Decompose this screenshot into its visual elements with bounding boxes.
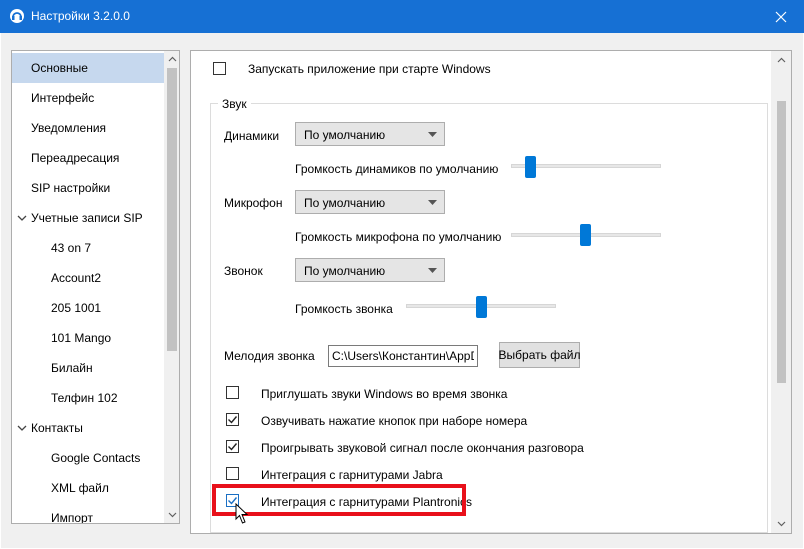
nav-item-sip-settings[interactable]: SIP настройки bbox=[12, 173, 164, 203]
jabra-integration-label: Интеграция с гарнитурами Jabra bbox=[261, 468, 443, 482]
microphone-volume-label: Громкость микрофона по умолчанию bbox=[295, 230, 502, 244]
scroll-up-button[interactable] bbox=[164, 51, 179, 67]
annotation-highlight-box bbox=[212, 484, 466, 516]
nav-item-label: 205 1001 bbox=[51, 301, 102, 315]
end-call-signal-label: Проигрывать звуковой сигнал после оконча… bbox=[261, 441, 584, 455]
nav-item-account-43-on-7[interactable]: 43 on 7 bbox=[12, 233, 164, 263]
chevron-up-icon bbox=[168, 56, 176, 62]
nav-item-account-205-1001[interactable]: 205 1001 bbox=[12, 293, 164, 323]
chevron-down-icon[interactable] bbox=[17, 423, 27, 433]
microphone-label: Микрофон bbox=[224, 196, 283, 210]
nav-item-notifications[interactable]: Уведомления bbox=[12, 113, 164, 143]
microphone-select[interactable]: По умолчанию bbox=[295, 190, 445, 214]
window-title: Настройки 3.2.0.0 bbox=[31, 9, 130, 23]
chevron-up-icon bbox=[777, 57, 785, 63]
nav-item-label: Импорт bbox=[51, 511, 93, 524]
nav-item-label: Контакты bbox=[31, 421, 83, 435]
headset-app-icon bbox=[10, 9, 24, 23]
ring-select-value: По умолчанию bbox=[304, 264, 386, 278]
nav-item-sip-accounts[interactable]: Учетные записи SIP bbox=[12, 203, 164, 233]
scroll-thumb[interactable] bbox=[777, 101, 786, 383]
nav-item-account2[interactable]: Account2 bbox=[12, 263, 164, 293]
ring-volume-label: Громкость звонка bbox=[295, 302, 393, 316]
nav-item-general[interactable]: Основные bbox=[12, 53, 164, 83]
settings-content-panel: Запускать приложение при старте Windows … bbox=[190, 50, 792, 534]
nav-item-label: Уведомления bbox=[31, 121, 107, 135]
nav-item-google-contacts[interactable]: Google Contacts bbox=[12, 443, 164, 473]
browse-file-button[interactable]: Выбрать файл bbox=[499, 342, 580, 368]
content-scrollbar[interactable] bbox=[771, 51, 791, 533]
scroll-down-button[interactable] bbox=[771, 515, 791, 533]
mute-windows-sounds-checkbox[interactable] bbox=[226, 386, 239, 399]
chevron-down-icon bbox=[777, 521, 785, 527]
settings-nav-tree: Основные Интерфейс Уведомления Переадрес… bbox=[11, 50, 180, 524]
microphone-select-value: По умолчанию bbox=[304, 196, 386, 210]
nav-item-contacts[interactable]: Контакты bbox=[12, 413, 164, 443]
nav-item-label: SIP настройки bbox=[31, 181, 111, 195]
jabra-integration-checkbox[interactable] bbox=[226, 467, 239, 480]
nav-item-label: Телфин 102 bbox=[51, 391, 118, 405]
nav-item-account-beeline[interactable]: Билайн bbox=[12, 353, 164, 383]
nav-item-label: Account2 bbox=[51, 271, 102, 285]
chevron-down-icon bbox=[168, 512, 176, 518]
speakers-select[interactable]: По умолчанию bbox=[295, 122, 445, 146]
ringtone-path-field[interactable] bbox=[328, 345, 478, 367]
scroll-down-button[interactable] bbox=[164, 507, 179, 523]
speakers-volume-slider[interactable] bbox=[525, 156, 536, 178]
sound-group-title: Звук bbox=[218, 97, 251, 111]
speakers-select-value: По умолчанию bbox=[304, 128, 386, 142]
nav-item-forwarding[interactable]: Переадресация bbox=[12, 143, 164, 173]
checkmark-icon bbox=[228, 443, 238, 451]
nav-item-label: 101 Mango bbox=[51, 331, 112, 345]
nav-item-label: XML файл bbox=[51, 481, 109, 495]
end-call-signal-checkbox[interactable] bbox=[226, 440, 239, 453]
nav-item-xml-file[interactable]: XML файл bbox=[12, 473, 164, 503]
dropdown-arrow-icon bbox=[428, 132, 437, 137]
speakers-label: Динамики bbox=[224, 129, 280, 143]
title-bar: Настройки 3.2.0.0 bbox=[0, 0, 804, 33]
dropdown-arrow-icon bbox=[428, 268, 437, 273]
nav-item-interface[interactable]: Интерфейс bbox=[12, 83, 164, 113]
scroll-thumb[interactable] bbox=[167, 68, 177, 351]
nav-item-label: Учетные записи SIP bbox=[31, 211, 143, 225]
ring-label: Звонок bbox=[224, 264, 263, 278]
nav-item-label: Google Contacts bbox=[51, 451, 141, 465]
autostart-label: Запускать приложение при старте Windows bbox=[248, 62, 491, 76]
close-icon bbox=[775, 11, 787, 22]
close-button[interactable] bbox=[758, 0, 804, 33]
nav-item-label: Основные bbox=[31, 61, 88, 75]
checkmark-icon bbox=[228, 416, 238, 424]
autostart-checkbox[interactable] bbox=[213, 62, 226, 75]
dropdown-arrow-icon bbox=[428, 200, 437, 205]
mute-windows-sounds-label: Приглушать звуки Windows во время звонка bbox=[261, 387, 508, 401]
nav-item-import[interactable]: Импорт bbox=[12, 503, 164, 524]
nav-item-label: Интерфейс bbox=[31, 91, 95, 105]
dial-tones-checkbox[interactable] bbox=[226, 413, 239, 426]
microphone-volume-slider[interactable] bbox=[580, 224, 591, 246]
dial-tones-label: Озвучивать нажатие кнопок при наборе ном… bbox=[261, 414, 528, 428]
chevron-down-icon[interactable] bbox=[17, 213, 27, 223]
nav-scrollbar[interactable] bbox=[164, 51, 179, 523]
mouse-cursor-icon bbox=[235, 503, 249, 524]
nav-item-label: Переадресация bbox=[31, 151, 120, 165]
nav-item-label: Билайн bbox=[51, 361, 93, 375]
ringtone-path-input[interactable] bbox=[329, 346, 477, 366]
nav-item-account-101-mango[interactable]: 101 Mango bbox=[12, 323, 164, 353]
ringtone-label: Мелодия звонка bbox=[224, 349, 315, 363]
speakers-volume-label: Громкость динамиков по умолчанию bbox=[295, 162, 499, 176]
scroll-up-button[interactable] bbox=[771, 51, 791, 69]
nav-item-account-telfin[interactable]: Телфин 102 bbox=[12, 383, 164, 413]
nav-item-label: 43 on 7 bbox=[51, 241, 92, 255]
ring-select[interactable]: По умолчанию bbox=[295, 258, 445, 282]
ring-volume-slider[interactable] bbox=[476, 296, 487, 318]
